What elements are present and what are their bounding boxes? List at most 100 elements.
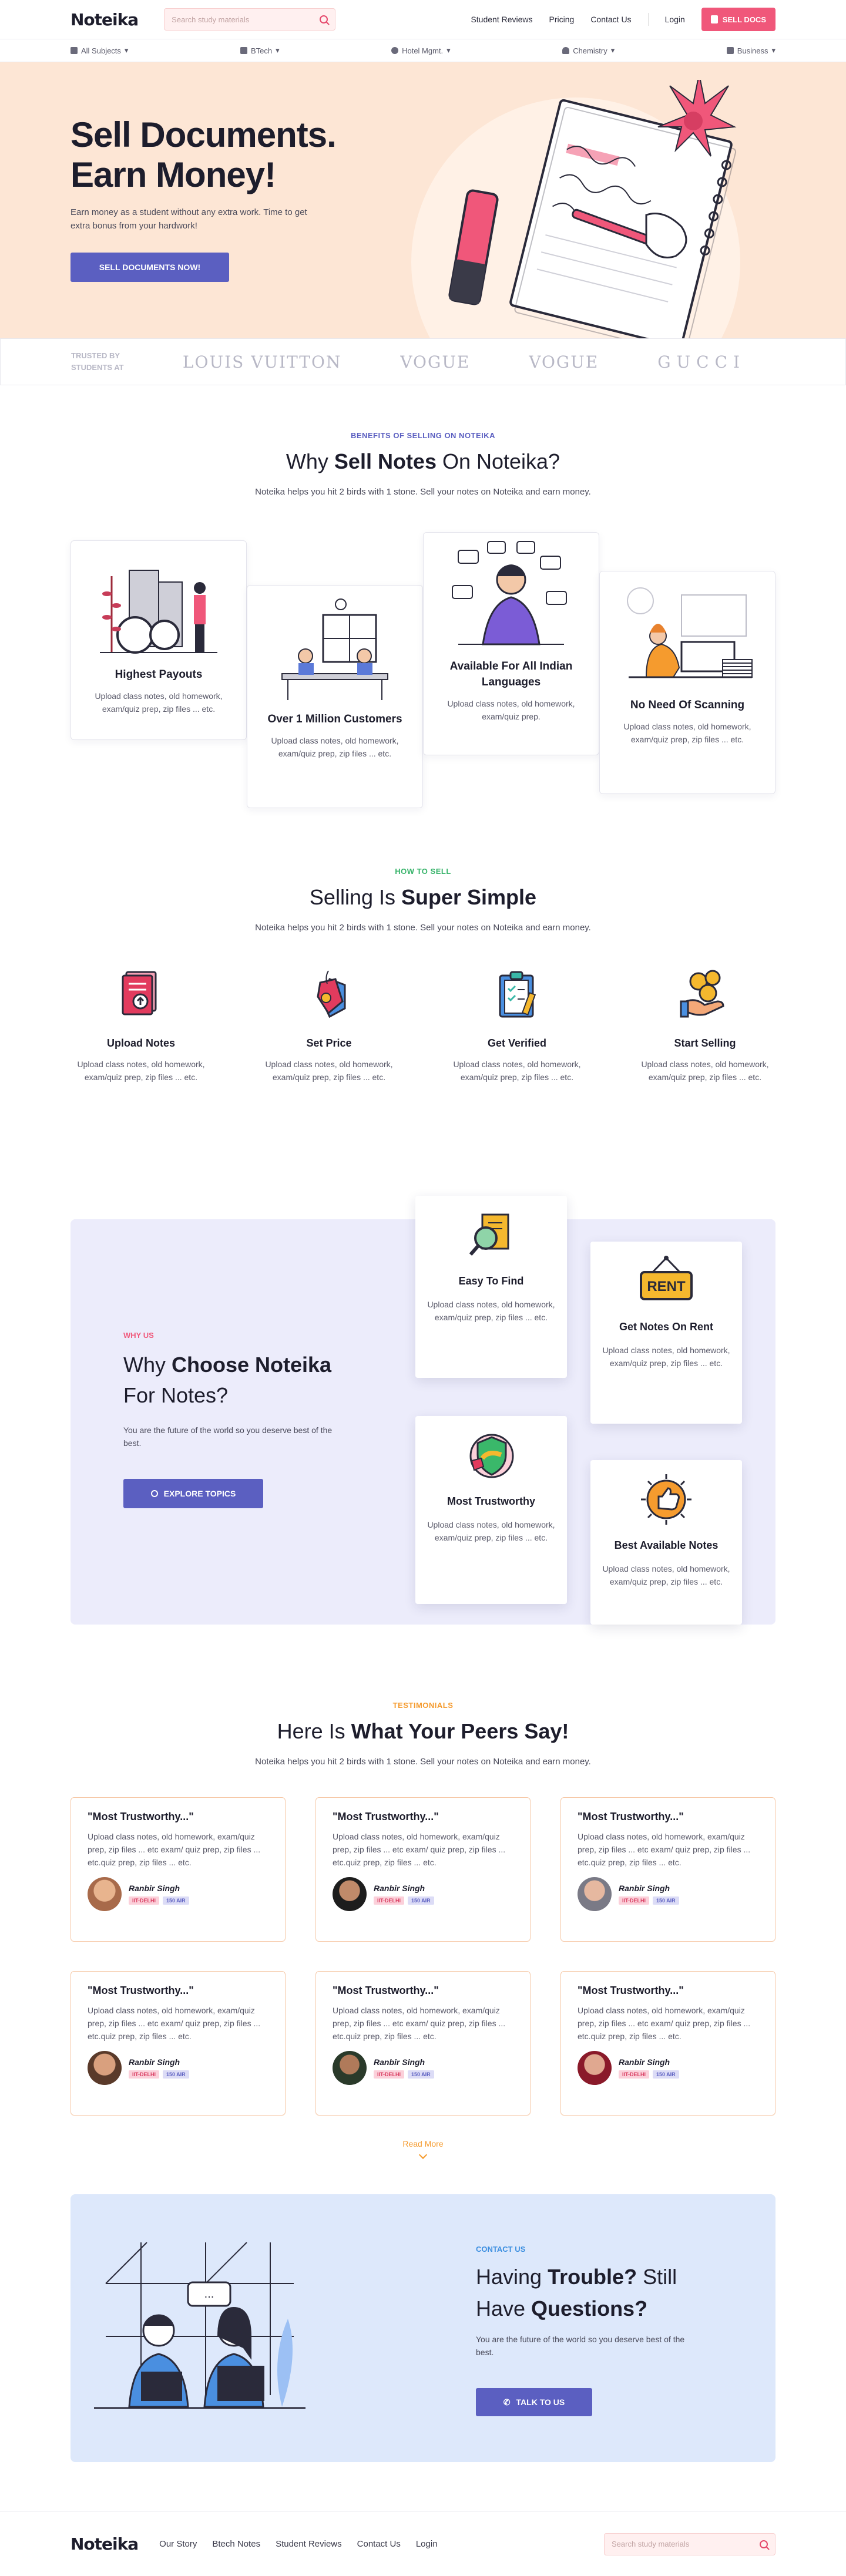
testimonial-text: Upload class notes, old homework, exam/q… [333, 1832, 506, 1867]
category-label: Chemistry [573, 46, 607, 55]
title-bold: Questions? [531, 2296, 648, 2321]
footer-link-our-story[interactable]: Our Story [159, 2539, 197, 2549]
hero-title-line2: Earn Money! [70, 155, 276, 194]
read-more-link[interactable]: Read More [0, 2139, 846, 2160]
section-title: Selling Is Super Simple [0, 885, 846, 910]
person-icon [562, 47, 570, 54]
avatar [578, 2051, 612, 2085]
trusted-by-bar: TRUSTED BY STUDENTS AT LOUIS VUITTON VOG… [0, 338, 846, 385]
title-bold: Choose Noteika [172, 1353, 332, 1377]
section-subtitle: Noteika helps you hit 2 birds with 1 sto… [255, 487, 591, 497]
nav-link-pricing[interactable]: Pricing [549, 15, 575, 24]
category-all-subjects[interactable]: All Subjects ▾ [70, 46, 128, 55]
brand-gucci: GUCCI [657, 352, 746, 372]
search-icon [150, 1490, 158, 1497]
benefits-section: BENEFITS OF SELLING ON NOTEIKA Why Sell … [0, 385, 846, 867]
step-get-verified: Get Verified Upload class notes, old hom… [446, 964, 588, 1084]
testimonial-text: Upload class notes, old homework, exam/q… [88, 1832, 261, 1867]
title-part: Selling Is [309, 885, 401, 909]
author-name: Ranbir Singh [374, 2057, 425, 2067]
category-hotel-mgmt[interactable]: Hotel Mgmt. ▾ [391, 46, 451, 55]
benefit-text: Upload class notes, old homework, exam/q… [95, 691, 223, 714]
nav-link-contact-us[interactable]: Contact Us [590, 15, 631, 24]
magnifier-document-icon [427, 1209, 555, 1265]
step-title: Set Price [306, 1037, 352, 1049]
author-name: Ranbir Singh [129, 1884, 180, 1893]
briefcase-icon [726, 47, 734, 54]
section-title: Why Choose Noteika For Notes? [123, 1350, 358, 1411]
rank-badge: 150 AIR [163, 2070, 189, 2079]
avatar [333, 1877, 367, 1911]
title-part: Here Is [277, 1719, 351, 1743]
phone-icon: ✆ [503, 2397, 511, 2407]
support-agents-illustration: ... [94, 2242, 306, 2409]
category-label: All Subjects [81, 46, 121, 55]
logo[interactable]: Noteika [70, 10, 139, 29]
footer-link-login[interactable]: Login [416, 2539, 438, 2549]
section-title: Having Trouble? Still Have Questions? [476, 2261, 705, 2325]
nav-link-student-reviews[interactable]: Student Reviews [471, 15, 532, 24]
title-bold: Super Simple [401, 885, 537, 909]
testimonials-section: TESTIMONIALS Here Is What Your Peers Say… [0, 1677, 846, 2194]
footer-link-contact-us[interactable]: Contact Us [357, 2539, 401, 2549]
category-label: BTech [250, 46, 273, 55]
hero-title-line1: Sell Documents. [70, 115, 337, 154]
section-title: Here Is What Your Peers Say! [0, 1719, 846, 1744]
testimonial-quote: "Most Trustworthy..." [578, 1985, 684, 1996]
college-badge: IIT-DELHI [374, 1896, 404, 1905]
testimonial-text: Upload class notes, old homework, exam/q… [333, 2006, 506, 2041]
login-link[interactable]: Login [665, 15, 685, 24]
search-input[interactable]: Search study materials [164, 8, 336, 31]
title-part: Why [286, 449, 334, 473]
college-badge: IIT-DELHI [374, 2070, 404, 2079]
rank-badge: 150 AIR [408, 1896, 434, 1905]
explore-topics-label: EXPLORE TOPICS [163, 1489, 236, 1498]
category-btech[interactable]: BTech ▾ [240, 46, 280, 55]
hero-section: Sell Documents. Earn Money! Earn money as… [0, 62, 846, 338]
category-chemistry[interactable]: Chemistry ▾ [562, 46, 615, 55]
footer-link-btech-notes[interactable]: Btech Notes [212, 2539, 260, 2549]
category-label: Hotel Mgmt. [402, 46, 444, 55]
document-icon [710, 15, 718, 23]
sell-docs-button[interactable]: SELL DOCS [701, 8, 776, 31]
talk-to-us-button[interactable]: ✆ TALK TO US [476, 2388, 592, 2416]
search-icon[interactable] [320, 15, 328, 23]
payouts-illustration [88, 541, 230, 658]
feature-text: Upload class notes, old homework, exam/q… [427, 1520, 555, 1542]
author-name: Ranbir Singh [619, 2057, 670, 2067]
testimonial-quote: "Most Trustworthy..." [333, 1811, 439, 1822]
sell-documents-now-button[interactable]: SELL DOCUMENTS NOW! [70, 253, 229, 282]
title-bold: Sell Notes [334, 449, 437, 473]
testimonial-text: Upload class notes, old homework, exam/q… [88, 2006, 261, 2041]
customers-illustration [264, 586, 406, 703]
step-title: Get Verified [487, 1037, 547, 1049]
explore-topics-button[interactable]: EXPLORE TOPICS [123, 1479, 263, 1508]
scanning-illustration [616, 571, 758, 689]
nav-links: Student Reviews Pricing Contact Us Login… [471, 8, 776, 31]
benefit-title: Highest Payouts [115, 668, 203, 681]
avatar [88, 1877, 122, 1911]
bulb-icon [391, 47, 399, 54]
college-badge: IIT-DELHI [129, 2070, 159, 2079]
testimonial-card: "Most Trustworthy..." Upload class notes… [70, 1971, 286, 2116]
footer-link-student-reviews[interactable]: Student Reviews [276, 2539, 342, 2549]
search-icon[interactable] [760, 2540, 768, 2548]
benefit-title: No Need Of Scanning [630, 699, 745, 711]
author-name: Ranbir Singh [374, 1884, 425, 1893]
category-business[interactable]: Business ▾ [726, 46, 776, 55]
talk-to-us-label: TALK TO US [516, 2397, 565, 2407]
steps-list: Upload Notes Upload class notes, old hom… [0, 964, 846, 1084]
category-bar: All Subjects ▾ BTech ▾ Hotel Mgmt. ▾ Che… [0, 39, 846, 62]
step-set-price: Set Price Upload class notes, old homewo… [258, 964, 400, 1084]
step-title: Start Selling [674, 1037, 736, 1049]
footer-search-input[interactable]: Search study materials [604, 2533, 776, 2555]
section-subtitle: Noteika helps you hit 2 birds with 1 sto… [255, 1757, 591, 1767]
step-text: Upload class notes, old homework, exam/q… [453, 1060, 581, 1082]
nav-divider [647, 13, 649, 26]
section-description: You are the future of the world so you d… [476, 2335, 685, 2357]
footer-logo[interactable]: Noteika [70, 2534, 139, 2554]
languages-illustration [440, 533, 582, 650]
step-text: Upload class notes, old homework, exam/q… [641, 1060, 769, 1082]
testimonial-author: Ranbir Singh IIT-DELHI 150 AIR [333, 2051, 513, 2085]
feature-card: Best Available Notes Upload class notes,… [590, 1460, 742, 1625]
